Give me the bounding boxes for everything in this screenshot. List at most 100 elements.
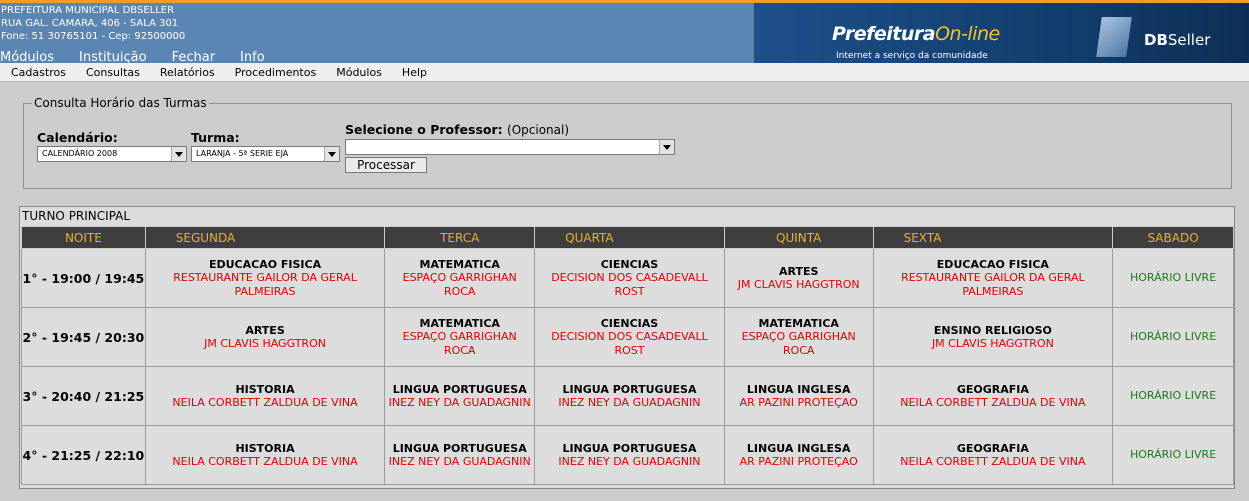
schedule-cell: GEOGRAFIA NEILA CORBETT ZALDUA DE VINA [872,425,1114,485]
sub-menu-consultas[interactable]: Consultas [86,66,140,79]
teacher-name: INEZ NEY DA GUADAGNIN [388,395,531,409]
table-row: 2° - 19:45 / 20:30 ARTES JM CLAVIS HAGGTRO… [21,307,1234,367]
time-slot-cell: 1° - 19:00 / 19:45 [21,248,146,308]
time-slot-cell: 3° - 20:40 / 21:25 [21,366,146,426]
subject-label: HISTORIA [235,441,295,455]
org-name: PREFEITURA MUNICIPAL DBSELLER [1,5,175,16]
header-sexta: SEXTA [872,226,1114,249]
free-slot-label: HORÁRIO LIVRE [1129,389,1217,402]
schedule-cell: HORÁRIO LIVRE [1112,248,1234,308]
subject-label: CIENCIAS [600,257,659,271]
subject-label: MATEMATICA [419,257,500,271]
prefeitura-online-logo: PrefeituraOn-line [832,23,1000,45]
subject-label: LINGUA PORTUGUESA [562,382,697,396]
schedule-cell: HISTORIA NEILA CORBETT ZALDUA DE VINA [144,366,386,426]
schedule-cell: EDUCACAO FISICA RESTAURANTE GAILOR DA GER… [144,248,386,308]
teacher-name: ESPAÇO GARRIGHAN ROCA [741,329,856,357]
org-info: PREFEITURA MUNICIPAL DBSELLER RUA GAL. C… [1,4,185,43]
schedule-cell: LINGUA PORTUGUESA INEZ NEY DA GUADAGNIN [384,366,536,426]
teacher-name: JM CLAVIS HAGGTRON [204,336,326,350]
turma-select[interactable]: LARANJA - 5ª SERIE EJA [191,146,340,162]
app-header: PREFEITURA MUNICIPAL DBSELLER RUA GAL. C… [0,3,1249,63]
professor-select[interactable] [345,139,675,155]
professor-label: Selecione o Professor: (Opcional) [345,122,570,137]
schedule-cell: HISTORIA NEILA CORBETT ZALDUA DE VINA [144,425,386,485]
calendario-select-value: CALENDÁRIO 2008 [42,149,118,158]
sub-menu-cadastros[interactable]: Cadastros [11,66,66,79]
sub-menu-relatorios[interactable]: Relatórios [160,66,215,79]
subject-label: LINGUA PORTUGUESA [392,382,527,396]
sub-menu-help[interactable]: Help [402,66,427,79]
table-row: 1° - 19:00 / 19:45 EDUCACAO FISICA RESTAUR… [21,248,1234,308]
teacher-name: AR PAZINI PROTEÇAO [739,395,858,409]
schedule-cell: HORÁRIO LIVRE [1112,425,1234,485]
subject-label: LINGUA PORTUGUESA [392,441,527,455]
header-quarta: QUARTA [534,226,725,249]
chevron-down-icon[interactable] [659,140,674,154]
teacher-name: JM CLAVIS HAGGTRON [737,277,860,291]
time-slot-cell: 2° - 19:45 / 20:30 [21,307,146,367]
sub-menu-procedimentos[interactable]: Procedimentos [235,66,317,79]
dbseller-logo-text: DBSeller [1144,31,1211,49]
calendario-label: Calendário: [37,130,118,145]
teacher-name: NEILA CORBETT ZALDUA DE VINA [900,454,1086,468]
subject-label: ARTES [245,323,285,337]
main-menu-modulos[interactable]: Módulos [0,50,54,63]
free-slot-label: HORÁRIO LIVRE [1129,448,1217,461]
header-terca: TERCA [384,226,536,249]
teacher-name: INEZ NEY DA GUADAGNIN [388,454,531,468]
sub-menu-modulos[interactable]: Módulos [336,66,382,79]
schedule-cell: HORÁRIO LIVRE [1112,307,1234,367]
teacher-name: NEILA CORBETT ZALDUA DE VINA [172,395,358,409]
subject-label: MATEMATICA [758,316,839,330]
chevron-down-icon[interactable] [324,147,339,161]
teacher-name: JM CLAVIS HAGGTRON [931,336,1054,350]
schedule-body: 1° - 19:00 / 19:45 EDUCACAO FISICA RESTAUR… [21,248,1234,485]
schedule-cell: LINGUA PORTUGUESA INEZ NEY DA GUADAGNIN [534,366,725,426]
processar-button[interactable]: Processar [345,157,427,173]
calendario-select[interactable]: CALENDÁRIO 2008 [37,146,187,162]
schedule-cell: CIENCIAS DECISION DOS CASADEVALL ROST [534,307,725,367]
turma-label: Turma: [191,130,240,145]
org-contact: Fone: 51 30765101 - Cep: 92500000 [1,31,186,42]
subject-label: GEOGRAFIA [956,441,1029,455]
schedule-cell: ARTES JM CLAVIS HAGGTRON [723,248,874,308]
teacher-name: ESPAÇO GARRIGHAN ROCA [402,329,517,357]
schedule-cell: LINGUA PORTUGUESA INEZ NEY DA GUADAGNIN [534,425,725,485]
teacher-name: RESTAURANTE GAILOR DA GERAL PALMEIRAS [901,270,1085,298]
teacher-name: DECISION DOS CASADEVALL ROST [551,329,708,357]
main-menu-instituicao[interactable]: Instituição [79,50,147,63]
table-row: 3° - 20:40 / 21:25 HISTORIA NEILA CORBETT … [21,366,1234,426]
chevron-down-icon[interactable] [171,147,186,161]
main-menu-info[interactable]: Info [240,50,265,63]
schedule-cell: LINGUA INGLESA AR PAZINI PROTEÇAO [723,425,874,485]
subject-label: GEOGRAFIA [956,382,1029,396]
schedule-cell: MATEMATICA ESPAÇO GARRIGHAN ROCA [384,307,536,367]
header-segunda: SEGUNDA [144,226,386,249]
schedule-cell: LINGUA PORTUGUESA INEZ NEY DA GUADAGNIN [384,425,536,485]
schedule-panel: TURNO PRINCIPAL NOITE SEGUNDA TERCA QUAR… [19,206,1235,489]
dbseller-logo-icon [1096,17,1132,57]
teacher-name: NEILA CORBETT ZALDUA DE VINA [172,454,358,468]
main-menu-fechar[interactable]: Fechar [172,50,215,63]
teacher-name: INEZ NEY DA GUADAGNIN [558,454,701,468]
schedule-cell: ARTES JM CLAVIS HAGGTRON [144,307,386,367]
schedule-cell: HORÁRIO LIVRE [1112,366,1234,426]
teacher-name: NEILA CORBETT ZALDUA DE VINA [900,395,1086,409]
schedule-cell: LINGUA INGLESA AR PAZINI PROTEÇAO [723,366,874,426]
sub-menu: Cadastros Consultas Relatórios Procedime… [0,63,1249,82]
header-sabado: SABADO [1112,226,1234,249]
free-slot-label: HORÁRIO LIVRE [1129,330,1217,343]
teacher-name: AR PAZINI PROTEÇAO [739,454,858,468]
subject-label: LINGUA INGLESA [746,441,851,455]
schedule-cell: GEOGRAFIA NEILA CORBETT ZALDUA DE VINA [872,366,1114,426]
table-row: 4° - 21:25 / 22:10 HISTORIA NEILA CORBETT … [21,425,1234,485]
fieldset-legend: Consulta Horário das Turmas [32,96,209,110]
subject-label: LINGUA INGLESA [746,382,851,396]
schedule-cell: ENSINO RELIGIOSO JM CLAVIS HAGGTRON [872,307,1114,367]
subject-label: MATEMATICA [419,316,500,330]
subject-label: ENSINO RELIGIOSO [933,323,1052,337]
banner-tagline: Internet a serviço da comunidade [836,51,988,61]
shift-title: TURNO PRINCIPAL [22,209,131,223]
schedule-table: NOITE SEGUNDA TERCA QUARTA QUINTA SEXTA … [21,226,1234,485]
